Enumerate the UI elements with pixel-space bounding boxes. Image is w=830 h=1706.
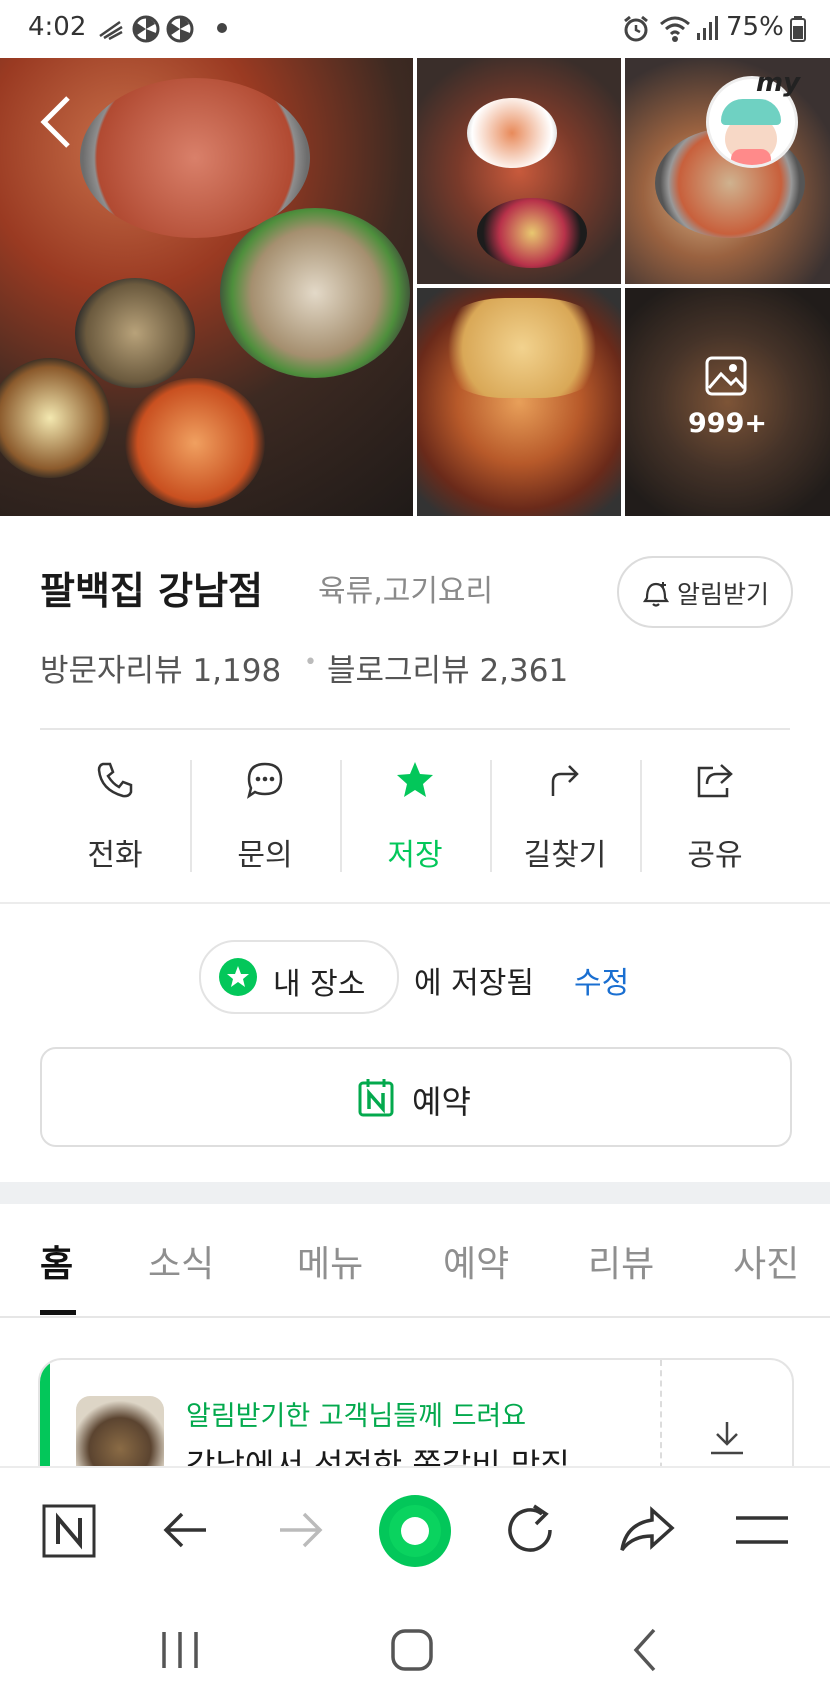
reservation-button[interactable]: 예약: [40, 1047, 792, 1147]
battery-icon: [790, 16, 806, 42]
edit-link[interactable]: 수정: [574, 958, 629, 1002]
blog-reviews[interactable]: 블로그리뷰 2,361: [327, 645, 568, 690]
call-button[interactable]: 전화: [40, 745, 190, 875]
inquiry-button[interactable]: 문의: [190, 745, 340, 875]
inquiry-label: 문의: [237, 838, 293, 873]
menu-icon[interactable]: [734, 1512, 790, 1548]
notify-button[interactable]: 알림받기: [617, 556, 793, 628]
food-photo-5[interactable]: 999+: [625, 288, 830, 516]
tab-reservation[interactable]: 예약: [443, 1235, 509, 1287]
save-label: 저장: [387, 838, 443, 873]
food-photo-2[interactable]: [417, 58, 621, 284]
directions-arrow-icon: [551, 765, 579, 796]
fan-icon: [132, 15, 160, 43]
naver-home-icon[interactable]: [42, 1504, 96, 1558]
image-gallery-icon: [705, 356, 747, 396]
chat-bubble-icon: [247, 762, 283, 799]
recent-apps-icon[interactable]: [160, 1628, 200, 1672]
tab-reviews[interactable]: 리뷰: [588, 1235, 654, 1287]
alarm-icon: [624, 15, 648, 42]
share-label: 공유: [687, 838, 743, 873]
place-name: 팔백집 강남점: [40, 569, 263, 613]
review-separator-dot: •: [304, 650, 317, 675]
status-time: 4:02: [28, 12, 87, 42]
notify-label: 알림받기: [677, 580, 770, 609]
place-category: 육류,고기요리: [318, 574, 494, 609]
reservation-label: 예약: [412, 1083, 471, 1121]
share-arrow-icon[interactable]: [618, 1506, 676, 1554]
directions-label: 길찾기: [523, 838, 607, 873]
forward-icon[interactable]: [276, 1508, 324, 1552]
wifi-icon: [660, 16, 690, 42]
tab-home[interactable]: 홈: [40, 1235, 73, 1287]
back-arrow-icon[interactable]: [38, 94, 74, 150]
my-places-label: 내 장소: [273, 967, 366, 1002]
photo-gallery[interactable]: 999+ my: [0, 58, 830, 516]
bell-plus-icon: [642, 582, 670, 607]
naver-calendar-icon: [358, 1079, 394, 1117]
visitor-reviews[interactable]: 방문자리뷰 1,198: [40, 645, 281, 690]
share-button[interactable]: 공유: [640, 745, 790, 875]
download-icon[interactable]: [708, 1420, 746, 1456]
browser-toolbar: [0, 1466, 830, 1598]
photo-count: 999+: [688, 408, 767, 439]
saved-status-text: 에 저장됨: [414, 966, 534, 1001]
system-nav-bar: [0, 1596, 830, 1706]
cell-signal-icon: [697, 16, 718, 40]
section-gap: [0, 1182, 830, 1204]
divider: [40, 728, 790, 730]
back-icon[interactable]: [162, 1508, 210, 1552]
directions-button[interactable]: 길찾기: [490, 745, 640, 875]
active-tab-indicator: [40, 1310, 76, 1315]
divider: [0, 1316, 830, 1318]
refresh-icon[interactable]: [504, 1502, 558, 1558]
status-bar: 4:02 75%: [0, 0, 830, 58]
my-badge: my: [756, 68, 801, 98]
tab-photos[interactable]: 사진: [733, 1235, 799, 1287]
green-dot-icon[interactable]: [378, 1494, 452, 1568]
signal-wave-icon: [99, 20, 123, 40]
nav-back-icon[interactable]: [630, 1626, 660, 1674]
my-places-chip[interactable]: 내 장소: [199, 940, 399, 1014]
star-filled-icon: [397, 762, 433, 797]
tab-menu[interactable]: 메뉴: [297, 1235, 363, 1287]
tab-news[interactable]: 소식: [148, 1235, 214, 1287]
fan-icon: [166, 15, 194, 43]
news-tag: 알림받기한 고객님들께 드려요: [186, 1401, 527, 1432]
phone-icon: [97, 762, 133, 798]
share-icon: [697, 764, 733, 798]
battery-percent: 75%: [726, 12, 784, 42]
star-badge-icon: [219, 958, 257, 996]
dot-icon: [217, 23, 227, 33]
food-photo-4[interactable]: [417, 288, 621, 516]
home-icon[interactable]: [390, 1628, 434, 1672]
divider: [0, 902, 830, 904]
save-button[interactable]: 저장: [340, 745, 490, 875]
call-label: 전화: [87, 838, 143, 873]
